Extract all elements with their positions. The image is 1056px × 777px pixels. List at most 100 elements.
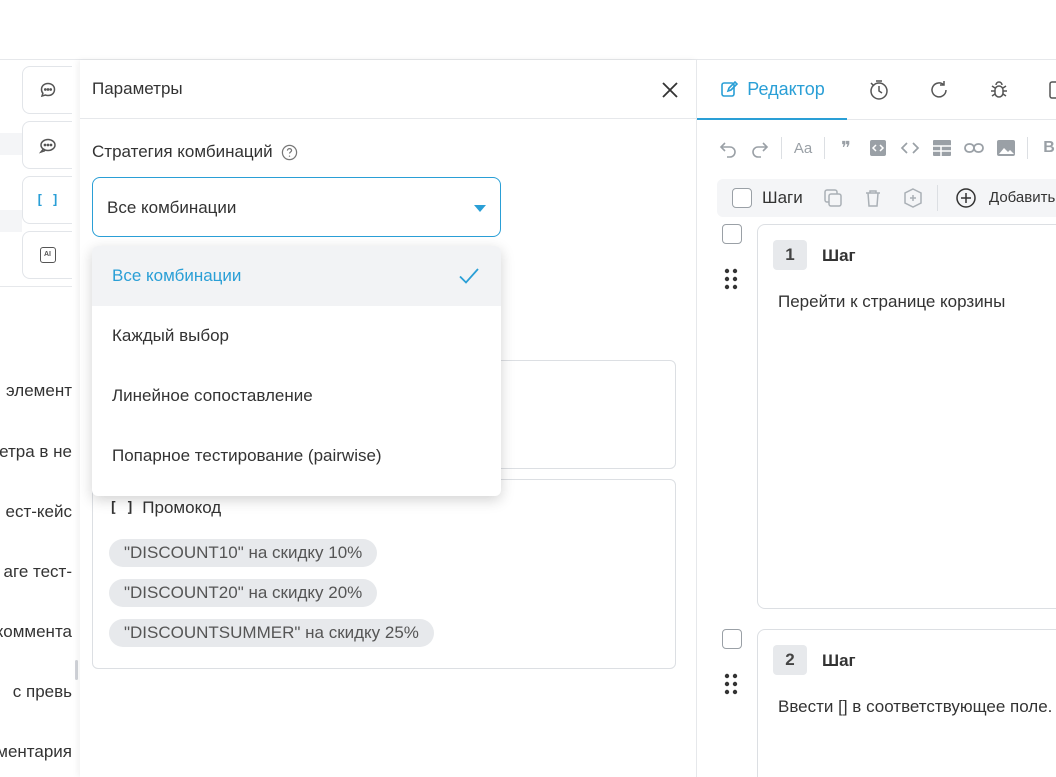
- step-checkbox[interactable]: [722, 224, 742, 244]
- list-item[interactable]: етра в не: [0, 442, 72, 462]
- step-number: 1: [773, 240, 807, 270]
- ai-rail-button[interactable]: AI: [22, 231, 72, 279]
- value-chip[interactable]: "DISCOUNT10" на скидку 10%: [109, 539, 378, 567]
- list-item[interactable]: ментария: [0, 742, 72, 762]
- editor-tabs: Редактор: [697, 60, 1056, 120]
- table-icon: [933, 140, 951, 156]
- value-chip[interactable]: "DISCOUNTSUMMER" на скидку 25%: [109, 619, 434, 647]
- option-label: Все комбинации: [112, 266, 242, 285]
- table-button[interactable]: [931, 137, 953, 159]
- strategy-dropdown-menu: Все комбинации Каждый выбор Линейное соп…: [92, 246, 501, 496]
- copy-button[interactable]: [822, 187, 844, 209]
- toolbar-divider: [1027, 137, 1028, 159]
- rail-divider: [0, 133, 22, 155]
- select-all-checkbox[interactable]: [732, 188, 752, 208]
- list-item[interactable]: элемент: [6, 381, 72, 401]
- toolbar-divider: [937, 185, 938, 211]
- tab-history[interactable]: [867, 78, 891, 102]
- editor-panel: Редактор Aa ❞ B Шаги Добавить 1 Шаг Пере…: [697, 60, 1056, 777]
- brackets-icon: [ ]: [109, 500, 135, 516]
- quote-icon: ❞: [841, 137, 851, 158]
- strategy-label: Стратегия комбинаций: [92, 142, 298, 162]
- scrollbar-thumb[interactable]: [75, 660, 78, 680]
- brackets-icon: [ ]: [35, 192, 60, 208]
- add-block-button[interactable]: [902, 187, 924, 209]
- step-text[interactable]: Перейти к странице корзины: [778, 291, 1056, 313]
- tab-bugs[interactable]: [987, 78, 1011, 102]
- image-icon: [997, 140, 1015, 156]
- list-item[interactable]: аге тест-: [4, 562, 72, 582]
- quote-button[interactable]: ❞: [835, 137, 857, 159]
- parameter-name-text: Промокод: [142, 498, 222, 517]
- add-step-label[interactable]: Добавить: [989, 189, 1055, 206]
- inline-code-icon: [900, 142, 920, 154]
- undo-icon: [719, 142, 736, 158]
- code-block-button[interactable]: [867, 137, 889, 159]
- tab-refresh[interactable]: [927, 78, 951, 102]
- steps-toolbar: Шаги Добавить: [717, 179, 1056, 217]
- redo-button[interactable]: [749, 137, 771, 159]
- select-value: Все комбинации: [107, 198, 237, 217]
- step-card[interactable]: 2 Шаг Ввести [] в соответствующее поле.: [757, 629, 1056, 777]
- chat-rail-button[interactable]: [22, 121, 72, 169]
- add-block-icon: [904, 188, 922, 208]
- chat-icon: [38, 138, 56, 154]
- editor-toolbar: Aa ❞ B: [717, 135, 1056, 161]
- steps-label: Шаги: [762, 188, 803, 207]
- close-button[interactable]: [658, 78, 682, 102]
- parameters-rail-button[interactable]: [ ]: [22, 176, 72, 224]
- help-icon[interactable]: [281, 144, 298, 161]
- edit-icon: [721, 80, 739, 97]
- value-chip[interactable]: "DISCOUNT20" на скидку 20%: [109, 579, 378, 607]
- list-item[interactable]: ест-кейс: [6, 502, 72, 522]
- list-item[interactable]: с превь: [13, 682, 72, 702]
- drag-handle-icon[interactable]: [723, 268, 739, 290]
- option-linear-matching[interactable]: Линейное сопоставление: [92, 366, 501, 426]
- delete-button[interactable]: [862, 187, 884, 209]
- inline-code-button[interactable]: [899, 137, 921, 159]
- ai-chip-label: AI: [44, 251, 51, 258]
- bold-button[interactable]: B: [1038, 137, 1056, 159]
- code-block-icon: [870, 140, 886, 156]
- check-icon: [459, 268, 479, 284]
- comment-icon: [40, 82, 55, 98]
- tab-document[interactable]: [1045, 78, 1056, 102]
- tab-editor[interactable]: Редактор: [697, 60, 847, 120]
- history-icon: [870, 80, 888, 100]
- strategy-select[interactable]: Все комбинации: [92, 177, 501, 237]
- document-icon: [1049, 81, 1056, 99]
- step-label: Шаг: [822, 246, 856, 265]
- option-each-choice[interactable]: Каждый выбор: [92, 306, 501, 366]
- copy-icon: [824, 189, 842, 207]
- panel-header: Параметры: [80, 60, 697, 119]
- step-number: 2: [773, 645, 807, 675]
- parameter-name: [ ] Промокод: [109, 498, 221, 518]
- drag-handle-icon[interactable]: [723, 673, 739, 695]
- trash-icon: [866, 190, 880, 207]
- comment-rail-button[interactable]: [22, 66, 72, 114]
- redo-icon: [752, 142, 769, 158]
- strategy-label-text: Стратегия комбинаций: [92, 142, 273, 161]
- bug-icon: [991, 81, 1007, 98]
- toolbar-divider: [781, 137, 782, 159]
- refresh-icon: [931, 81, 947, 98]
- step-card[interactable]: 1 Шаг Перейти к странице корзины: [757, 224, 1056, 609]
- ai-chip-icon: AI: [39, 247, 56, 263]
- step-text[interactable]: Ввести [] в соответствующее поле.: [778, 696, 1056, 718]
- option-all-combinations[interactable]: Все комбинации: [92, 246, 501, 306]
- rail-divider: [0, 210, 22, 232]
- panel-title: Параметры: [92, 79, 183, 98]
- close-icon: [662, 82, 678, 98]
- undo-button[interactable]: [717, 137, 739, 159]
- add-step-button[interactable]: [955, 187, 977, 209]
- step-checkbox[interactable]: [722, 629, 742, 649]
- link-button[interactable]: [963, 137, 985, 159]
- list-item[interactable]: коммента: [0, 622, 72, 642]
- image-button[interactable]: [995, 137, 1017, 159]
- top-bar: [0, 0, 1056, 60]
- font-button[interactable]: Aa: [792, 137, 814, 159]
- parameter-card-promocode: [ ] Промокод "DISCOUNT10" на скидку 10% …: [92, 479, 676, 669]
- option-pairwise[interactable]: Попарное тестирование (pairwise): [92, 426, 501, 486]
- step-label: Шаг: [822, 651, 856, 670]
- left-content-list: элемент етра в не ест-кейс аге тест- ком…: [0, 286, 72, 777]
